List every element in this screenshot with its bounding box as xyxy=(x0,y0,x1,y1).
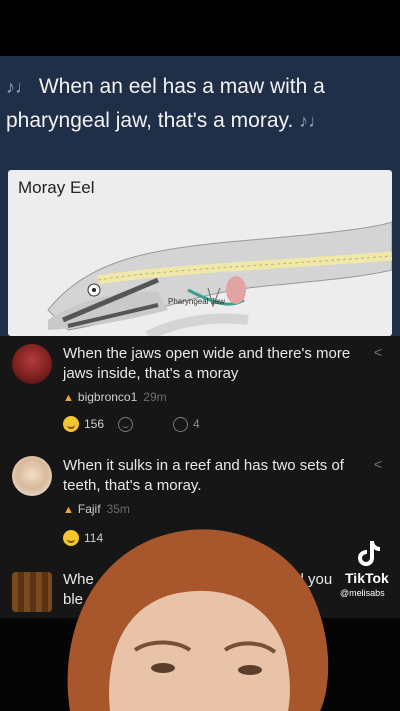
comment-text: When it sulks in a reef and has two sets… xyxy=(63,457,344,494)
smile-emoji-icon[interactable] xyxy=(63,416,79,432)
eel-diagram: Moray Eel Pharyngeal Jaw xyxy=(8,170,392,336)
avatar[interactable] xyxy=(12,456,52,496)
comment-time: 29m xyxy=(143,390,167,404)
eel-illustration xyxy=(47,221,392,336)
music-note-icon: ♪♩ xyxy=(299,111,327,131)
reply-arrow-icon[interactable]: < xyxy=(374,456,382,472)
top-letterbox xyxy=(0,0,400,56)
meme-image: ♪♩ When an eel has a maw with a pharynge… xyxy=(0,56,400,336)
tiktok-handle: @melisabs xyxy=(340,588,385,598)
music-note-icon: ♪♩ xyxy=(6,77,33,97)
reply-count: 4 xyxy=(193,417,200,431)
pharyngeal-jaw-label: Pharyngeal Jaw xyxy=(168,297,225,306)
comment-meta: ▲ bigbronco1 29m xyxy=(63,390,167,404)
meme-caption: ♪♩ When an eel has a maw with a pharynge… xyxy=(6,70,396,138)
comment-actions: 156 4 xyxy=(63,416,200,432)
tiktok-logo-icon xyxy=(358,541,380,566)
meme-caption-text: When an eel has a maw with a pharyngeal … xyxy=(6,75,325,132)
add-reaction-icon[interactable] xyxy=(118,416,134,432)
replies-icon[interactable] xyxy=(173,416,189,432)
comment-username[interactable]: bigbronco1 xyxy=(78,390,137,404)
avatar[interactable] xyxy=(12,344,52,384)
like-count: 156 xyxy=(84,417,105,431)
comment-text: When the jaws open wide and there's more… xyxy=(63,345,351,382)
reply-arrow-icon[interactable]: < xyxy=(374,344,382,360)
flame-icon: ▲ xyxy=(63,392,74,404)
creator-face-overlay xyxy=(67,529,329,711)
tiktok-wordmark: TikTok xyxy=(345,570,389,586)
